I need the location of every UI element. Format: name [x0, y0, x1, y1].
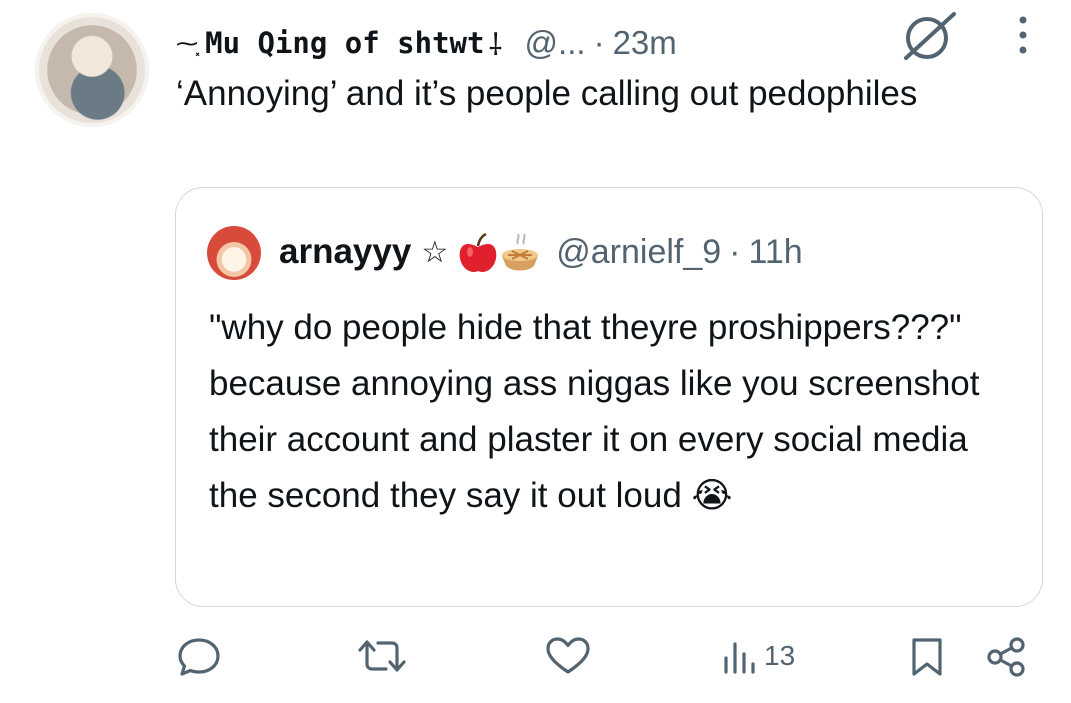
share-button[interactable]	[985, 636, 1027, 678]
separator-dot: ·	[593, 24, 605, 61]
author-handle[interactable]: @...	[525, 24, 586, 62]
reply-button[interactable]	[176, 636, 222, 676]
like-button[interactable]	[545, 636, 591, 676]
quoted-author-display-name[interactable]: arnayyy	[279, 232, 411, 272]
quoted-tweet-header: arnayyy ☆ @arnielf_9 · 11h	[279, 222, 803, 282]
quoted-tweet-time[interactable]: 11h	[749, 233, 803, 272]
star-glyph: ☆	[421, 235, 449, 269]
separator-dot: ·	[729, 232, 741, 271]
tweet-time[interactable]: 23m	[613, 24, 677, 62]
quoted-tweet-text: "why do people hide that theyre proshipp…	[209, 300, 1009, 524]
quoted-tweet[interactable]: arnayyy ☆ @arnielf_9 · 11h "why do peopl…	[175, 187, 1043, 607]
display-name-decoration: ⁓⸼	[176, 31, 201, 56]
reply-icon	[178, 638, 220, 676]
apple-pie-emoji	[458, 230, 542, 274]
author-avatar[interactable]	[35, 13, 149, 127]
views-button[interactable]: 13	[722, 636, 795, 676]
share-icon	[987, 637, 1025, 677]
views-icon	[724, 642, 755, 674]
tweet-header: ⁓⸼ Mu Qing of shtwt ⸸ @... · 23m	[176, 18, 677, 68]
like-icon	[546, 637, 590, 674]
display-name-suffix: ⸸	[488, 28, 503, 62]
bookmark-button[interactable]	[910, 636, 944, 678]
action-bar: 13	[0, 626, 1071, 696]
views-count: 13	[764, 640, 796, 671]
quoted-tweet-body: "why do people hide that theyre proshipp…	[209, 308, 980, 515]
tweet-text: ‘Annoying’ and it’s people calling out p…	[176, 74, 918, 113]
bookmark-icon	[912, 638, 942, 676]
grok-icon[interactable]	[898, 6, 960, 64]
author-display-name[interactable]: Mu Qing of shtwt	[205, 26, 484, 60]
crying-face-emoji: 😭	[691, 476, 733, 515]
retweet-button[interactable]	[356, 636, 408, 676]
retweet-icon	[358, 640, 406, 672]
quoted-author-avatar[interactable]	[207, 226, 261, 280]
quoted-author-handle[interactable]: @arnielf_9	[556, 233, 721, 272]
more-vertical-icon[interactable]	[1014, 14, 1032, 56]
